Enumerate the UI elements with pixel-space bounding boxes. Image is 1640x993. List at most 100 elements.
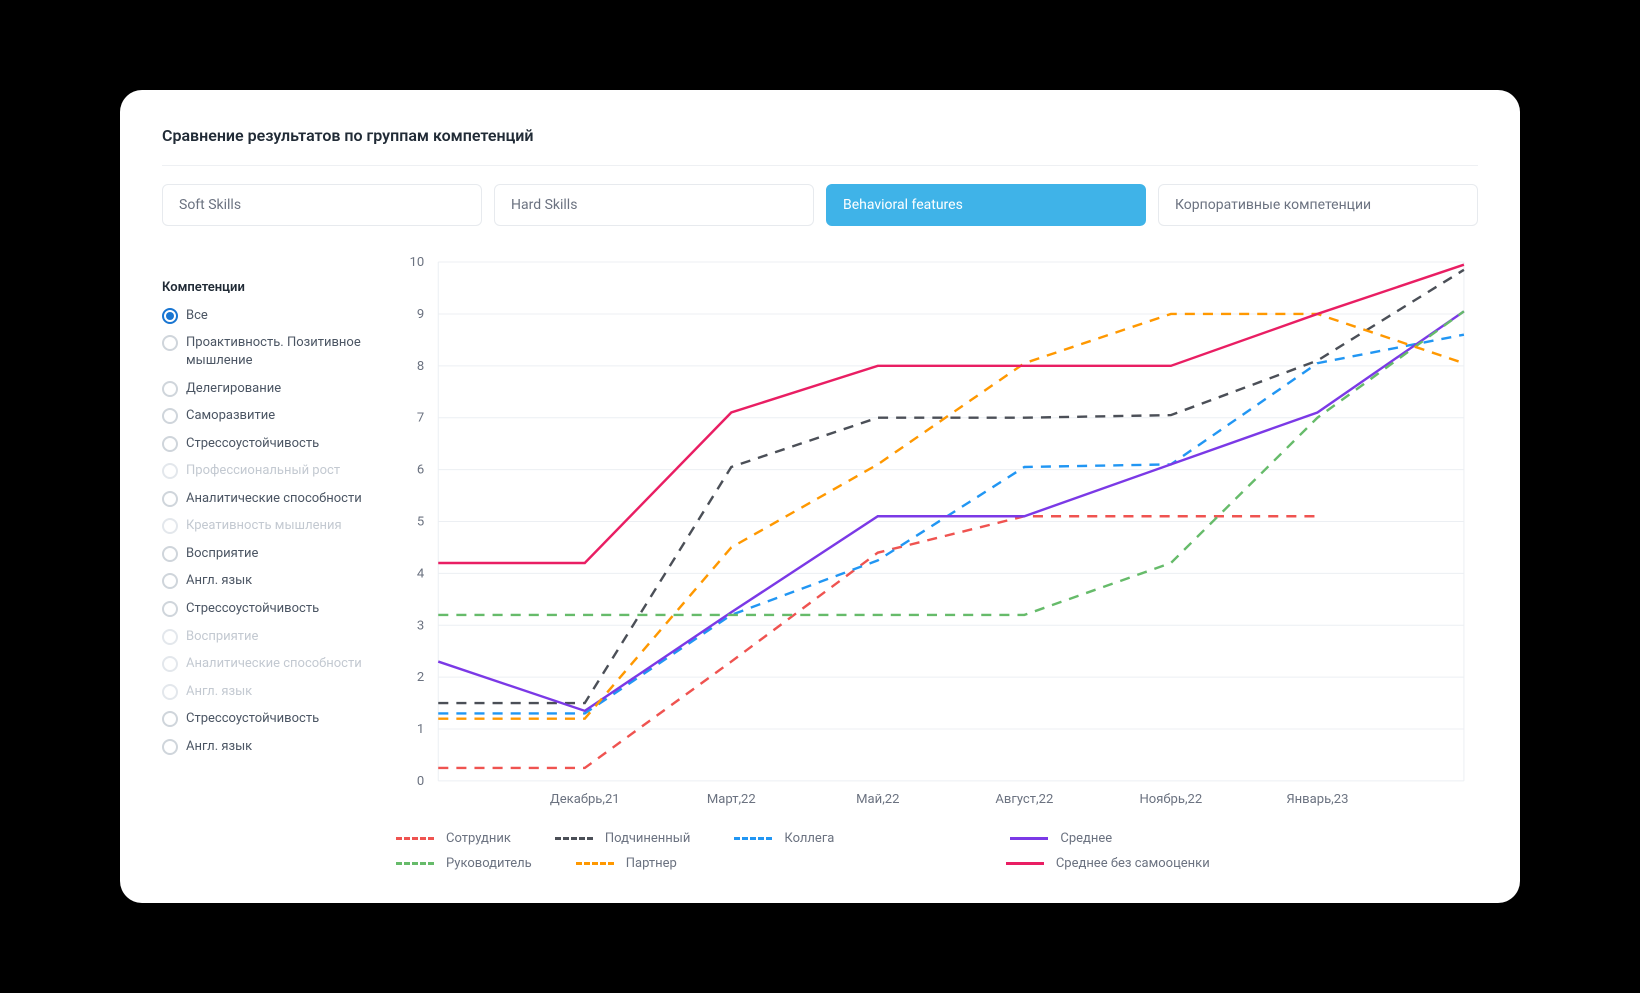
legend-item: Руководитель (396, 856, 532, 871)
svg-text:Март,22: Март,22 (707, 792, 756, 807)
radio-label: Англ. язык (186, 572, 252, 590)
svg-text:9: 9 (417, 307, 424, 322)
legend-item: Коллега (734, 831, 834, 846)
competency-radio-15[interactable]: Англ. язык (162, 738, 372, 756)
radio-label: Стрессоустойчивость (186, 435, 319, 453)
competency-radio-list: Все Проактивность. Позитивное мышление Дел… (162, 307, 372, 755)
radio-dot-icon (162, 463, 178, 479)
legend-label: Партнер (626, 856, 677, 871)
radio-label: Восприятие (186, 545, 258, 563)
svg-text:5: 5 (417, 514, 424, 529)
competency-radio-12: Аналитические способности (162, 655, 372, 673)
svg-text:0: 0 (417, 774, 424, 789)
radio-dot-icon (162, 381, 178, 397)
legend-item: Партнер (576, 856, 677, 871)
svg-text:4: 4 (417, 566, 425, 581)
radio-label: Делегирование (186, 380, 281, 398)
radio-dot-icon (162, 436, 178, 452)
radio-dot-icon (162, 335, 178, 351)
radio-dot-icon (162, 656, 178, 672)
radio-label: Все (186, 307, 208, 325)
tab-1[interactable]: Hard Skills (494, 184, 814, 226)
competency-radio-5: Профессиональный рост (162, 462, 372, 480)
legend-label: Среднее (1060, 831, 1112, 846)
svg-text:7: 7 (417, 411, 424, 426)
competency-radio-8[interactable]: Восприятие (162, 545, 372, 563)
legend-swatch-icon (555, 837, 593, 840)
chart-area: 012345678910Декабрь,21Март,22Май,22Авгус… (392, 252, 1478, 815)
legend-label: Подчиненный (605, 831, 691, 846)
svg-text:Январь,23: Январь,23 (1286, 792, 1348, 807)
legend-label: Сотрудник (446, 831, 511, 846)
page-title: Сравнение результатов по группам компете… (162, 126, 1478, 145)
svg-text:Май,22: Май,22 (856, 792, 899, 807)
radio-dot-icon (162, 601, 178, 617)
svg-text:6: 6 (417, 463, 424, 478)
legend-label: Руководитель (446, 856, 532, 871)
tabs-row: Soft Skills Hard Skills Behavioral feature… (162, 184, 1478, 226)
svg-text:10: 10 (409, 255, 424, 270)
legend-item: Среднее (1010, 831, 1112, 846)
radio-label: Профессиональный рост (186, 462, 340, 480)
divider (162, 165, 1478, 166)
radio-dot-icon (162, 546, 178, 562)
radio-dot-icon (162, 573, 178, 589)
radio-label: Саморазвитие (186, 407, 275, 425)
chart-column: 012345678910Декабрь,21Март,22Май,22Авгус… (392, 252, 1478, 871)
legend-label: Среднее без самооценки (1056, 856, 1210, 871)
content-row: Компетенции Все Проактивность. Позитивное… (162, 252, 1478, 871)
radio-label: Англ. язык (186, 683, 252, 701)
radio-dot-icon (162, 491, 178, 507)
legend-swatch-icon (396, 837, 434, 840)
radio-dot-icon (162, 629, 178, 645)
tab-0[interactable]: Soft Skills (162, 184, 482, 226)
radio-label: Стрессоустойчивость (186, 600, 319, 618)
competency-radio-14[interactable]: Стрессоустойчивость (162, 710, 372, 728)
radio-label: Англ. язык (186, 738, 252, 756)
radio-dot-icon (162, 518, 178, 534)
legend-swatch-icon (734, 837, 772, 840)
svg-text:8: 8 (417, 359, 424, 374)
competency-radio-11: Восприятие (162, 628, 372, 646)
sidebar-title: Компетенции (162, 280, 372, 295)
competency-radio-2[interactable]: Делегирование (162, 380, 372, 398)
competency-radio-1[interactable]: Проактивность. Позитивное мышление (162, 334, 372, 369)
legend-swatch-icon (396, 862, 434, 865)
radio-label: Креативность мышления (186, 517, 342, 535)
legend-swatch-icon (1006, 862, 1044, 865)
sidebar: Компетенции Все Проактивность. Позитивное… (162, 252, 372, 871)
radio-label: Восприятие (186, 628, 258, 646)
legend-swatch-icon (1010, 837, 1048, 840)
chart-legend: Сотрудник Подчиненный Коллега Среднее Руково… (392, 831, 1478, 871)
competency-radio-7: Креативность мышления (162, 517, 372, 535)
tab-3[interactable]: Корпоративные компетенции (1158, 184, 1478, 226)
competency-radio-0[interactable]: Все (162, 307, 372, 325)
competency-radio-13: Англ. язык (162, 683, 372, 701)
legend-swatch-icon (576, 862, 614, 865)
competency-radio-10[interactable]: Стрессоустойчивость (162, 600, 372, 618)
radio-dot-icon (162, 739, 178, 755)
svg-text:3: 3 (417, 618, 424, 633)
svg-text:1: 1 (417, 722, 424, 737)
legend-item: Подчиненный (555, 831, 691, 846)
radio-label: Аналитические способности (186, 490, 362, 508)
report-card: Сравнение результатов по группам компете… (120, 90, 1520, 903)
radio-dot-icon (162, 408, 178, 424)
svg-text:Ноябрь,22: Ноябрь,22 (1139, 792, 1202, 807)
tab-2[interactable]: Behavioral features (826, 184, 1146, 226)
competency-radio-4[interactable]: Стрессоустойчивость (162, 435, 372, 453)
legend-item: Сотрудник (396, 831, 511, 846)
radio-label: Проактивность. Позитивное мышление (186, 334, 372, 369)
line-chart: 012345678910Декабрь,21Март,22Май,22Авгус… (392, 252, 1478, 815)
radio-dot-icon (162, 684, 178, 700)
radio-label: Аналитические способности (186, 655, 362, 673)
competency-radio-6[interactable]: Аналитические способности (162, 490, 372, 508)
svg-text:2: 2 (417, 670, 424, 685)
competency-radio-3[interactable]: Саморазвитие (162, 407, 372, 425)
radio-dot-icon (162, 711, 178, 727)
radio-label: Стрессоустойчивость (186, 710, 319, 728)
radio-dot-icon (162, 308, 178, 324)
competency-radio-9[interactable]: Англ. язык (162, 572, 372, 590)
legend-label: Коллега (784, 831, 834, 846)
svg-text:Декабрь,21: Декабрь,21 (550, 792, 620, 807)
